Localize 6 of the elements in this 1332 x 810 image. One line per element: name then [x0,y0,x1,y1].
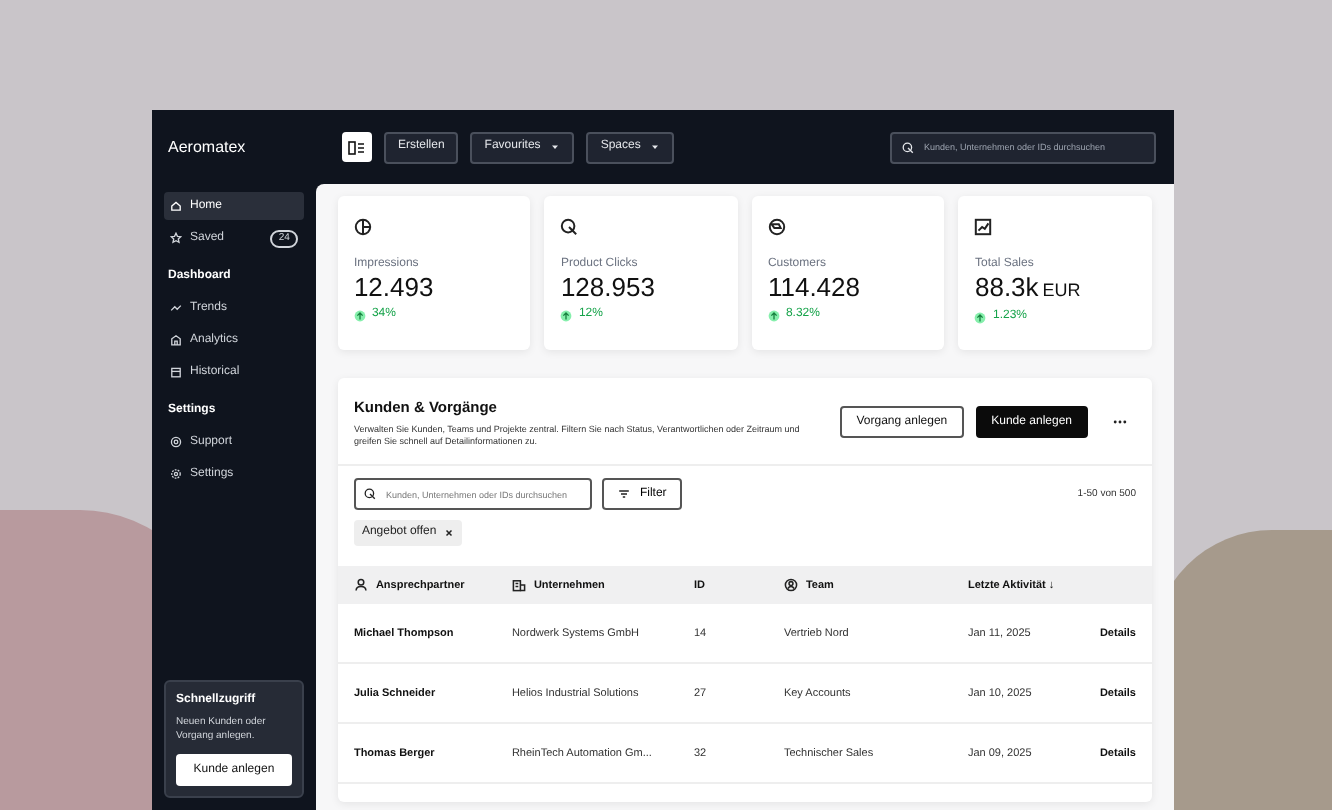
stat-unit: EUR [1042,278,1081,304]
stat-value: 114.428 [767,274,860,302]
stat-value: 12.493 [353,274,434,302]
stat-value: 88.3k [974,274,1039,302]
app-logo: Aeromatex [166,136,248,160]
stat-value: 128.953 [560,274,655,302]
